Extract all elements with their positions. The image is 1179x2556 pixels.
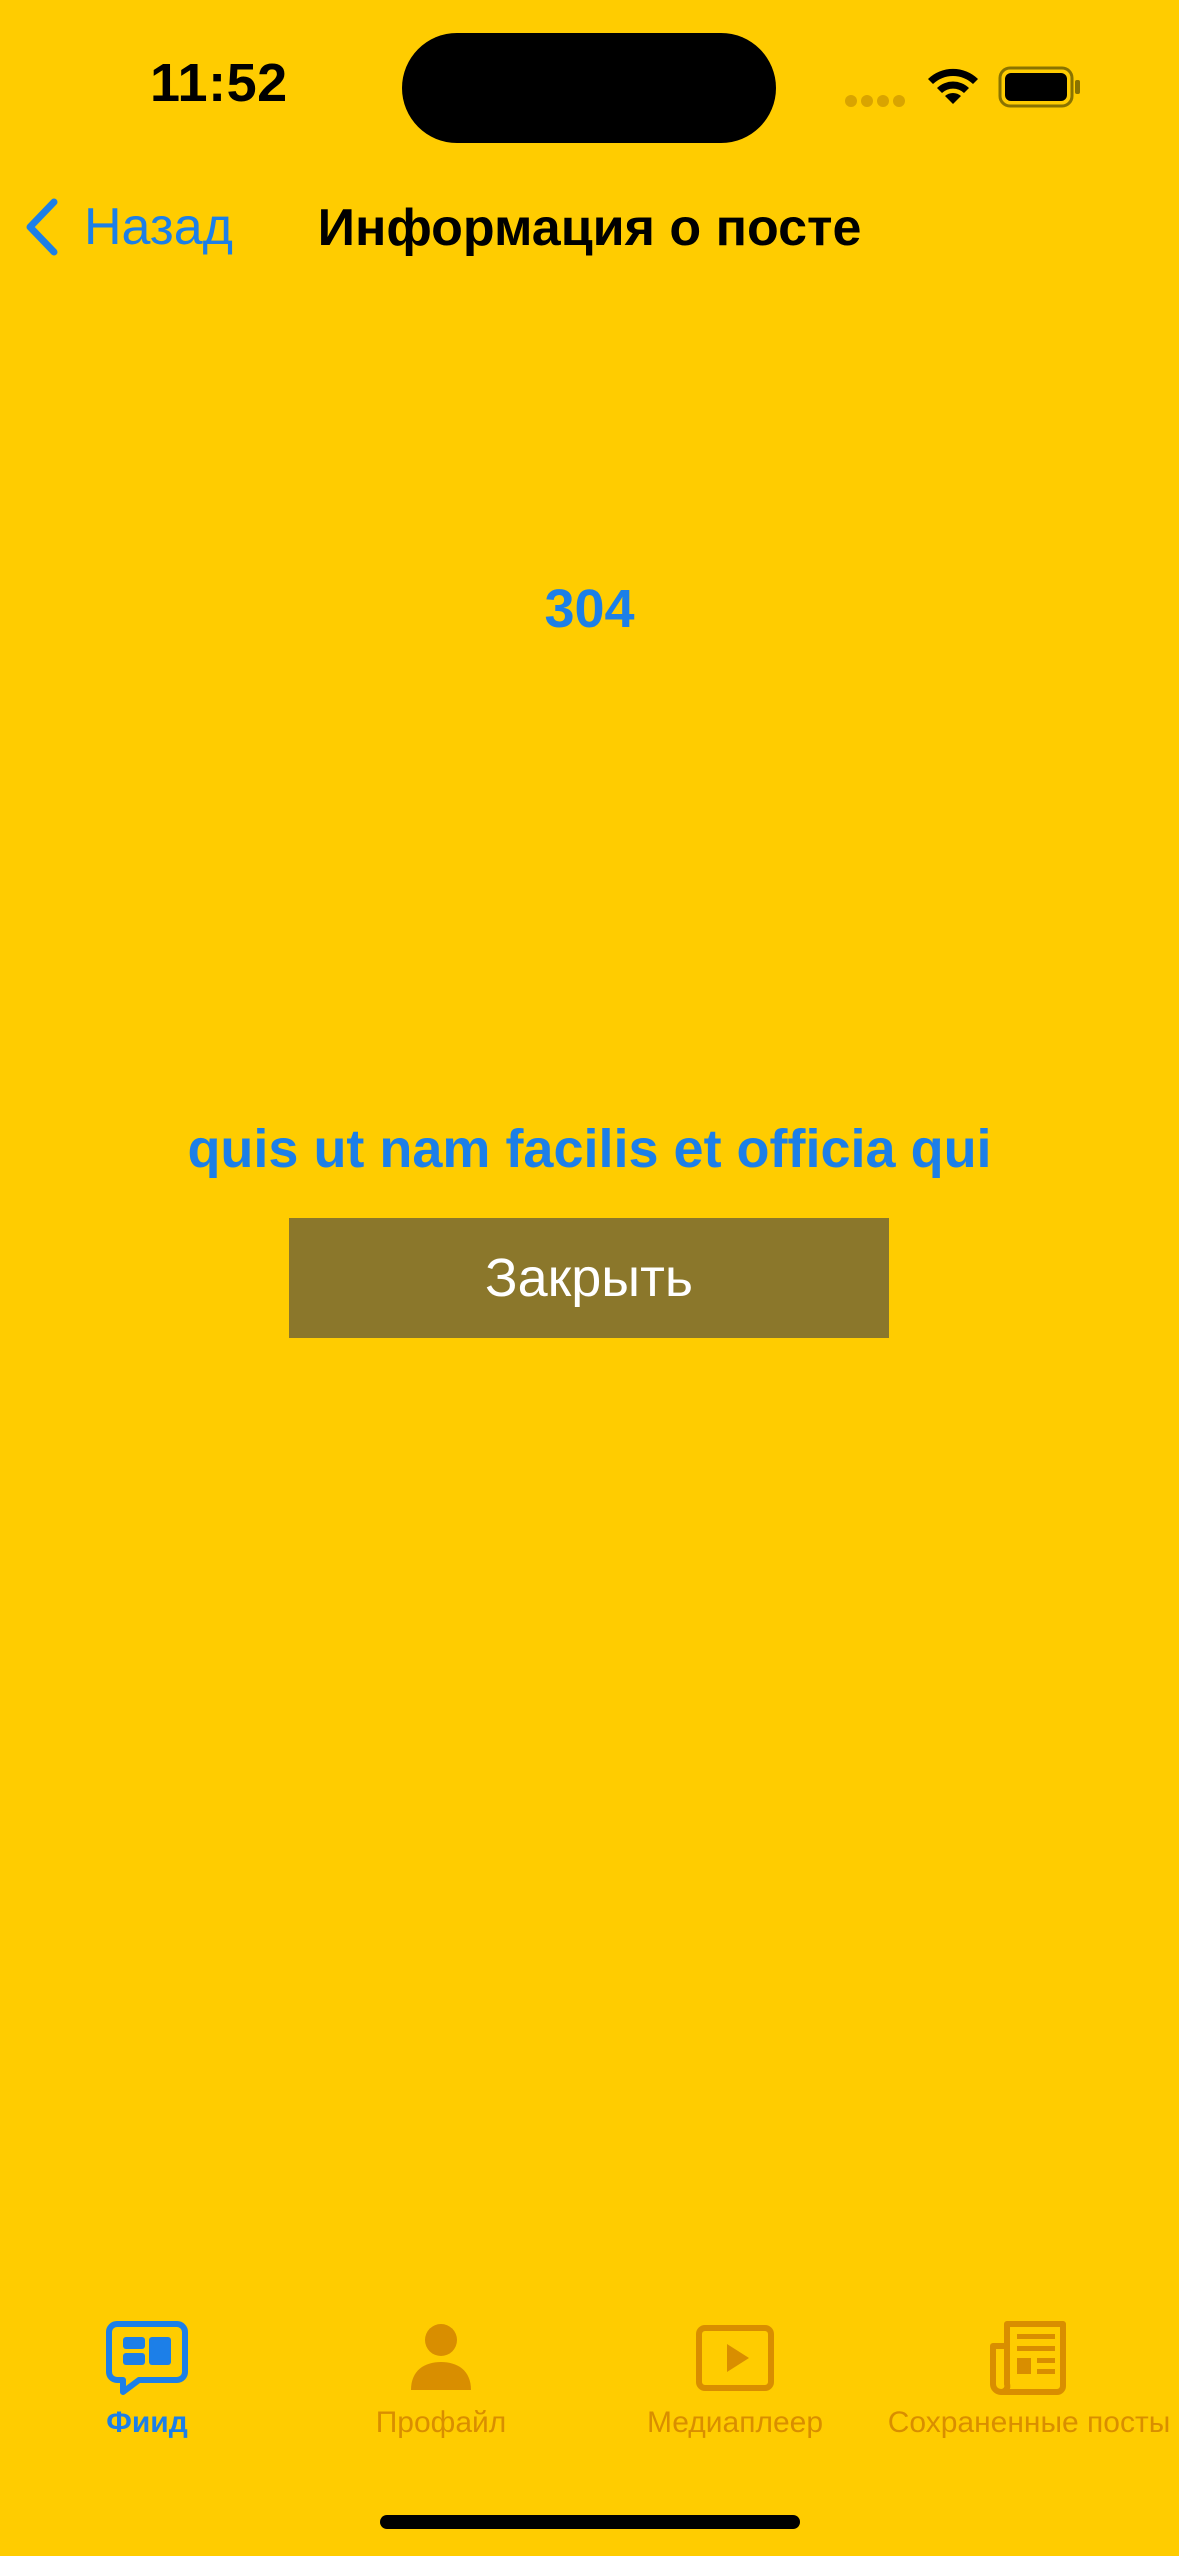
tab-feed[interactable]: Фиид	[0, 2320, 294, 2460]
person-icon	[411, 2324, 471, 2390]
dynamic-island	[402, 33, 776, 143]
feed-icon	[106, 2321, 188, 2395]
tab-label: Сохраненные посты	[887, 2406, 1171, 2439]
cellular-signal-icon	[845, 95, 905, 107]
tab-media-player[interactable]: Медиаплеер	[588, 2320, 882, 2460]
tab-saved-posts[interactable]: Сохраненные посты	[882, 2320, 1176, 2460]
page-title-text: Информация о посте	[317, 199, 862, 257]
home-indicator	[380, 2515, 800, 2529]
tab-profile[interactable]: Профайл	[294, 2320, 588, 2460]
tab-label: Профайл	[375, 2406, 507, 2439]
play-icon	[696, 2325, 774, 2391]
tab-label: Фиид	[106, 2406, 188, 2439]
tab-label: Медиаплеер	[646, 2406, 824, 2439]
page-title: Информация о посте	[0, 198, 1179, 258]
close-button[interactable]: Закрыть	[289, 1218, 889, 1338]
newspaper-icon	[990, 2321, 1066, 2395]
post-title: quis ut nam facilis et officia qui	[187, 1119, 992, 1179]
battery-icon	[998, 66, 1080, 108]
wifi-icon	[928, 68, 978, 104]
post-number: 304	[544, 579, 635, 639]
status-time: 11:52	[150, 53, 288, 113]
